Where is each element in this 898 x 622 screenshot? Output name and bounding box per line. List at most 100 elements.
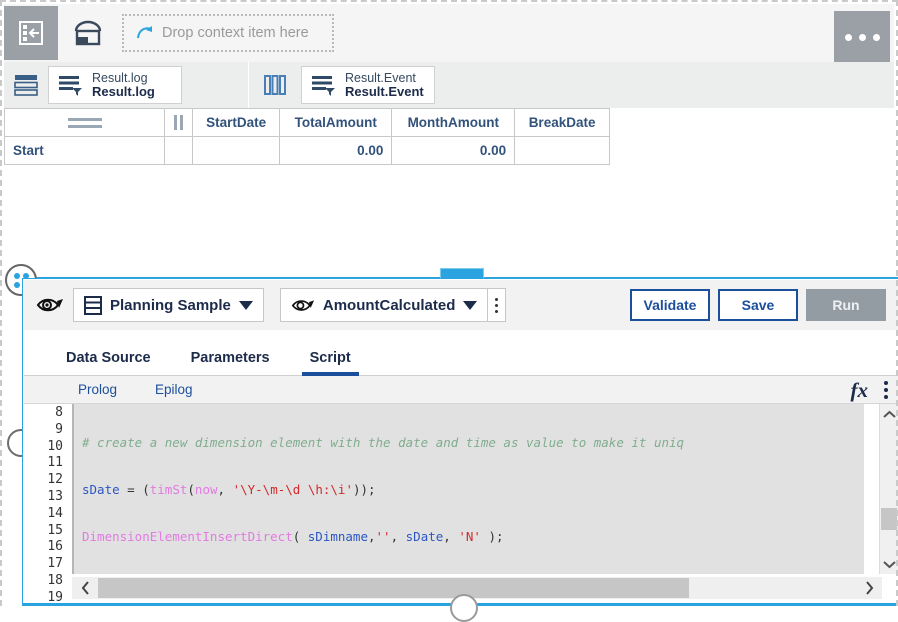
process-select[interactable]: AmountCalculated [279,288,489,322]
editor-scroll-thumb-vertical[interactable] [881,508,897,530]
grid-col-totalamount[interactable]: TotalAmount [279,108,393,137]
filter-list-icon [57,73,83,97]
dimension-chip-result-log[interactable]: Result.log Result.log [48,66,182,104]
more-options-icon [844,33,852,41]
more-options-button[interactable] [834,11,890,63]
dimension-chip-line2: Result.log [92,83,155,99]
columns-layout-icon [262,73,288,97]
grid-cell-monthamount[interactable]: 0.00 [391,136,516,165]
data-grid: StartDate TotalAmount MonthAmount BreakD… [4,108,610,165]
grid-col-startdate[interactable]: StartDate [191,108,281,137]
dimension-chip-line1: Result.log [92,70,148,85]
save-button[interactable]: Save [718,289,798,321]
validate-button[interactable]: Validate [630,289,710,321]
code-line: # create a new dimension element with th… [82,435,685,450]
application-window: Drop context item here Result.log Result… [0,0,898,622]
columns-layout-button[interactable] [249,62,301,108]
panel-resize-handle-bottom[interactable] [450,594,478,622]
more-options-icon-dot2 [858,33,866,41]
collapse-panel-icon [18,20,44,46]
more-vertical-icon-dot3 [884,395,888,399]
database-icon [84,295,102,315]
subtab-epilog[interactable]: Epilog [155,382,193,397]
dimension-chip-result-event[interactable]: Result.Event Result.Event [301,66,435,104]
more-vertical-icon-dot2 [884,388,888,392]
columns-handle-icon [173,115,184,130]
line-number: 18 [47,572,63,588]
context-dropzone[interactable]: Drop context item here [122,14,334,52]
dimension-chip-labels: Result.log Result.log [92,71,155,100]
editor-horizontal-scrollbar[interactable] [72,577,882,599]
line-number: 15 [47,522,63,538]
eye-icon[interactable] [36,295,64,315]
function-icon[interactable]: fx [851,378,869,403]
datasource-select[interactable]: Planning Sample [73,288,264,322]
code-line: DimensionElementInsertDirect( sDimname,'… [82,528,504,544]
panel-action-buttons: Validate Save Run [630,289,886,321]
run-button[interactable]: Run [806,289,886,321]
dimension-chip-line1: Result.Event [345,70,416,85]
rows-section: Result.log Result.log [4,62,182,108]
grid-col-monthamount[interactable]: MonthAmount [391,108,516,137]
filter-list-icon [310,73,336,97]
chevron-left-icon[interactable] [72,577,98,599]
line-number: 11 [47,455,63,471]
grid-rows-handle[interactable] [4,108,165,137]
line-number: 16 [47,539,63,555]
tab-script[interactable]: Script [290,350,371,376]
grid-cell-startdate[interactable] [191,136,281,165]
editor-vertical-scrollbar[interactable] [879,404,898,574]
chevron-down-icon [463,300,478,310]
grid-columns-handle[interactable] [164,108,193,137]
drag-arrow-icon [136,25,154,41]
dimension-chip-line2: Result.Event [345,83,424,99]
tab-data-source[interactable]: Data Source [46,350,171,375]
columns-section: Result.Event Result.Event [249,62,435,108]
editor-line-numbers: 8 9 10 11 12 13 14 15 16 17 18 19 [24,404,72,605]
more-vertical-icon [884,381,888,385]
chevron-down-icon [238,300,253,310]
line-number: 12 [47,472,63,488]
secondary-toolbar: Result.log Result.log Result.Event Resul… [4,62,894,108]
process-more-menu[interactable] [488,288,507,322]
more-options-icon-dot3 [872,33,880,41]
rows-handle-icon [13,117,156,128]
grid-col-breakdate[interactable]: BreakDate [514,108,610,137]
line-number: 8 [55,405,63,420]
line-number: 13 [47,488,63,504]
rows-layout-button[interactable] [4,62,48,108]
subtab-prolog[interactable]: Prolog [78,382,117,397]
panel-tabs: Data Source Parameters Script [24,330,898,376]
grid-header-row: StartDate TotalAmount MonthAmount BreakD… [4,108,610,137]
editor-scroll-track-horizontal[interactable] [98,578,856,598]
grid-cell-spacer [164,136,193,165]
code-lines[interactable]: # create a new dimension element with th… [82,405,864,605]
primary-toolbar: Drop context item here [4,4,894,63]
script-subtabs: Prolog Epilog fx [24,376,898,404]
code-editor[interactable]: 8 9 10 11 12 13 14 15 16 17 18 19 # crea… [24,404,898,605]
context-window-button[interactable] [58,6,118,60]
eye-icon [291,297,315,314]
tab-parameters[interactable]: Parameters [171,350,290,375]
context-window-icon [72,19,104,47]
more-vertical-icon [495,297,499,301]
editor-scroll-thumb-horizontal[interactable] [98,578,690,598]
grid-cell-totalamount[interactable]: 0.00 [279,136,393,165]
context-dropzone-label: Drop context item here [162,25,309,41]
code-line: sDate = (timSt(now, '\Y-\m-\d \h:\i')); [82,481,376,497]
script-more-menu[interactable] [884,381,888,399]
table-row[interactable]: Start 0.00 0.00 [4,136,610,165]
process-editor-panel: Planning Sample AmountCalculated Validat… [22,278,898,606]
line-number: 17 [47,556,63,572]
grid-cell-breakdate[interactable] [514,136,610,165]
line-number: 9 [55,421,63,437]
panel-header: Planning Sample AmountCalculated Validat… [24,280,898,330]
more-vertical-icon-dot3 [495,309,499,313]
chevron-right-icon[interactable] [856,577,882,599]
rows-layout-icon [13,73,39,97]
collapse-panel-button[interactable] [4,6,58,60]
chevron-up-icon[interactable] [880,404,898,424]
process-select-value: AmountCalculated [322,296,456,314]
chevron-down-icon[interactable] [880,554,898,574]
datasource-select-value: Planning Sample [110,296,231,314]
